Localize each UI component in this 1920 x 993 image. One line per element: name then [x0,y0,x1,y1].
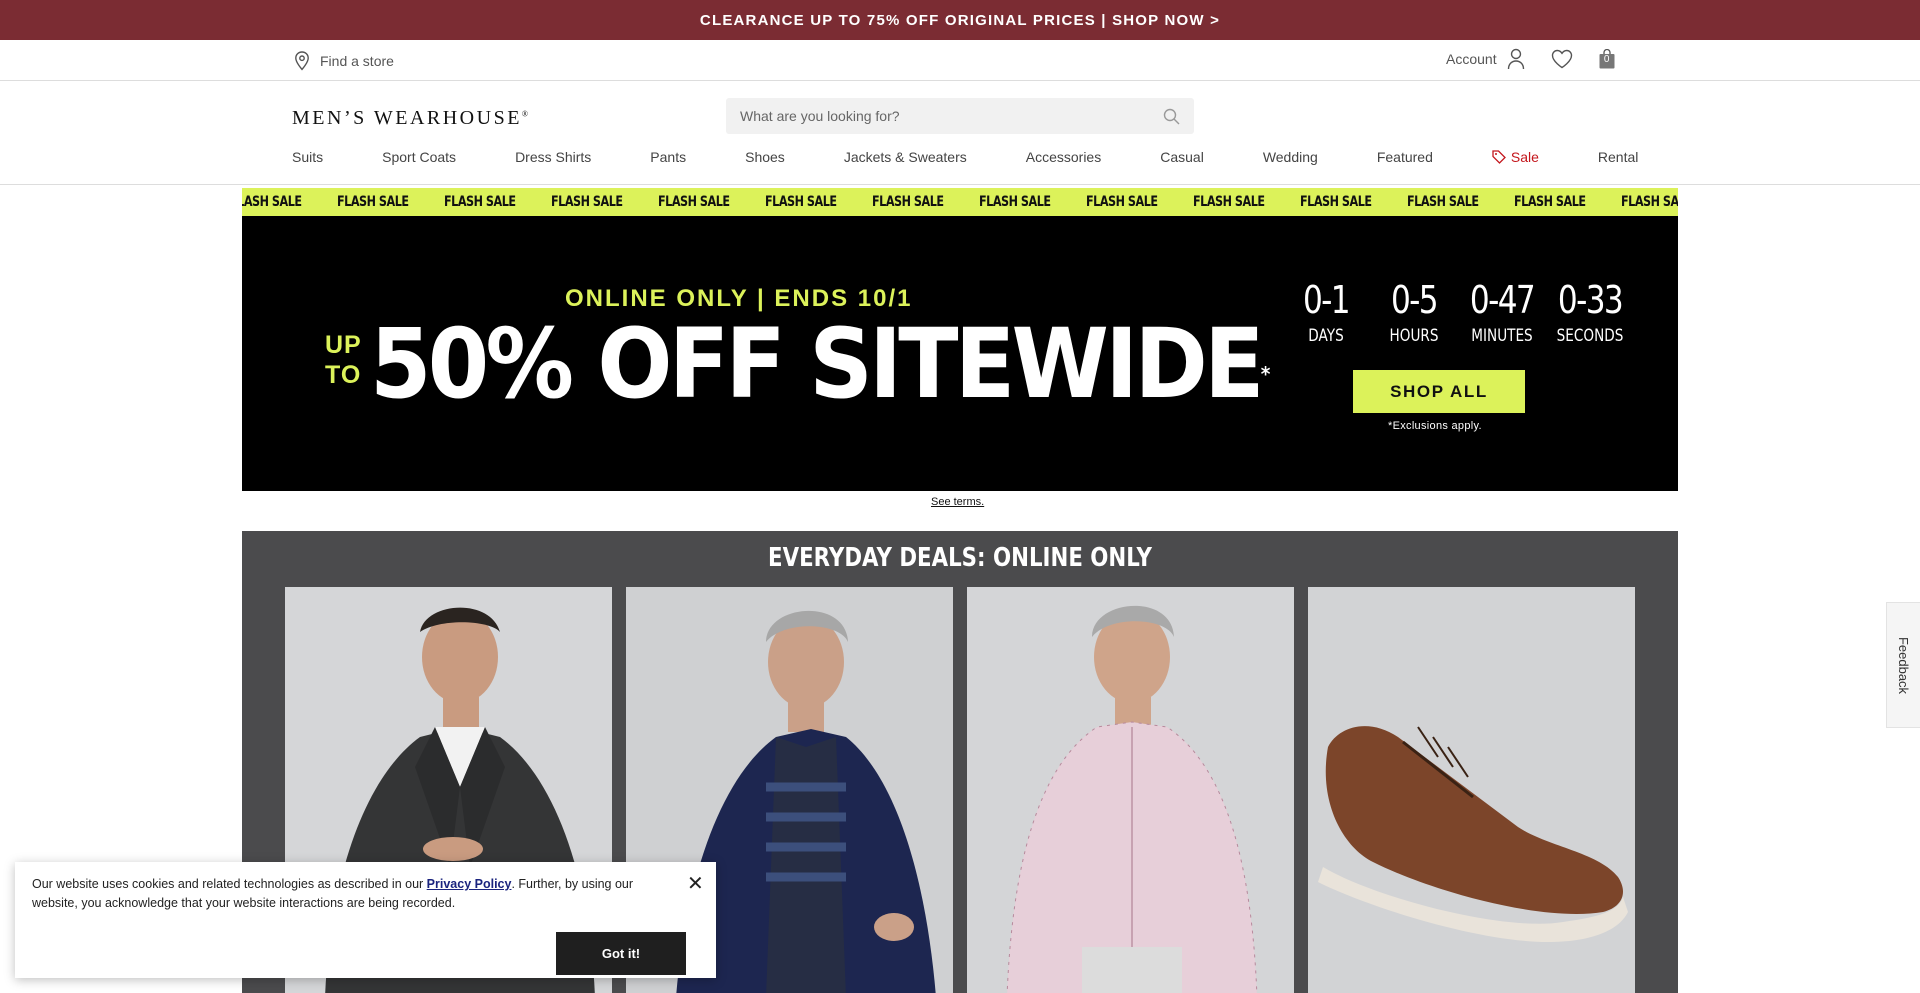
dress-shirt-model-image [967,587,1294,993]
flash-sale-label: FLASH SALE [1193,194,1265,210]
account-link[interactable]: Account [1446,48,1525,70]
hero-up-to-line-1: UP [325,331,362,359]
deal-card-shoes[interactable] [1308,587,1635,993]
search-input[interactable] [740,108,1163,124]
countdown-seconds: 0-33 SECONDS [1546,278,1634,346]
promo-banner-text[interactable]: CLEARANCE UP TO 75% OFF ORIGINAL PRICES … [700,12,1220,29]
got-it-button[interactable]: Got it! [556,932,686,975]
flash-sale-track: FLASH SALE FLASH SALE FLASH SALE FLASH S… [242,194,1678,210]
feedback-tab[interactable]: Feedback [1886,602,1920,728]
flash-sale-label: FLASH SALE [337,194,409,210]
hero-banner[interactable]: ONLINE ONLY | ENDS 10/1 UP TO 50% OFF SI… [242,216,1678,491]
deal-card-dress-shirts[interactable] [967,587,1294,993]
nav-item-suits[interactable]: Suits [292,149,323,165]
countdown-days: 0-1 DAYS [1282,278,1370,346]
brown-shoe-image [1308,587,1635,993]
find-a-store-label: Find a store [320,53,394,69]
flash-sale-label: FLASH SALE [979,194,1051,210]
hero-headline-text: 50% OFF SITEWIDE [370,308,1264,420]
site-header: MEN’S WEARHOUSE® Suits Sport Coats Dress… [0,81,1920,185]
countdown-timer: 0-1 DAYS 0-5 HOURS 0-47 MINUTES 0-33 SEC… [1282,278,1634,346]
exclusions-note: *Exclusions apply. [1388,420,1482,432]
nav-item-jackets-sweaters[interactable]: Jackets & Sweaters [844,149,967,165]
nav-item-wedding[interactable]: Wedding [1263,149,1318,165]
nav-item-shoes[interactable]: Shoes [745,149,785,165]
flash-sale-label: FLASH SALE [1407,194,1479,210]
cookie-message: Our website uses cookies and related tec… [32,875,672,913]
hero-headline: 50% OFF SITEWIDE* [370,304,1271,424]
nav-item-dress-shirts[interactable]: Dress Shirts [515,149,591,165]
flash-sale-label: FLASH SALE [765,194,837,210]
bag-count: 0 [1603,54,1610,65]
everyday-deals-title: EVERYDAY DEALS: ONLINE ONLY [768,543,1152,573]
flash-sale-label: FLASH SALE [1621,194,1678,210]
close-icon: ✕ [687,873,704,895]
search-button[interactable] [1163,108,1180,125]
utility-bar: Find a store Account 0 [0,40,1920,81]
nav-item-sale-label: Sale [1510,149,1539,165]
search-icon [1163,108,1180,124]
hero-asterisk: * [1260,362,1271,386]
user-icon [1507,48,1524,70]
nav-item-sport-coats[interactable]: Sport Coats [382,149,456,165]
countdown-minutes: 0-47 MINUTES [1458,278,1546,346]
countdown-label: DAYS [1308,326,1344,346]
flash-sale-label: FLASH SALE [242,194,302,210]
flash-sale-label: FLASH SALE [1514,194,1586,210]
countdown-value: 0-1 [1303,278,1351,322]
countdown-value: 0-33 [1557,278,1624,322]
utility-actions: Account 0 [1446,48,1615,70]
location-pin-icon [295,51,309,71]
nav-item-sale[interactable]: Sale [1492,149,1539,165]
search-bar [726,98,1194,134]
feedback-label: Feedback [1896,636,1911,694]
flash-sale-ticker[interactable]: FLASH SALE FLASH SALE FLASH SALE FLASH S… [242,188,1678,216]
countdown-value: 0-5 [1391,278,1439,322]
nav-item-rental[interactable]: Rental [1598,149,1638,165]
countdown-label: HOURS [1389,326,1439,346]
countdown-hours: 0-5 HOURS [1370,278,1458,346]
flash-sale-label: FLASH SALE [1086,194,1158,210]
flash-sale-label: FLASH SALE [658,194,730,210]
account-label: Account [1446,51,1497,67]
heart-icon [1551,49,1572,69]
privacy-policy-link[interactable]: Privacy Policy [427,877,512,891]
nav-item-pants[interactable]: Pants [650,149,686,165]
flash-sale-label: FLASH SALE [444,194,516,210]
hero-up-to: UP TO [325,330,362,390]
cookie-consent-banner: Our website uses cookies and related tec… [15,862,716,978]
promo-banner[interactable]: CLEARANCE UP TO 75% OFF ORIGINAL PRICES … [0,0,1920,40]
price-tag-icon [1492,150,1506,164]
flash-sale-label: FLASH SALE [872,194,944,210]
wishlist-button[interactable] [1551,49,1573,69]
shopping-bag-button[interactable]: 0 [1599,49,1615,69]
countdown-value: 0-47 [1469,278,1536,322]
hero-up-to-line-2: TO [325,361,362,389]
logo-text: MEN’S WEARHOUSE [292,107,522,129]
shop-all-button[interactable]: SHOP ALL [1353,370,1525,413]
countdown-label: SECONDS [1556,326,1624,346]
main-nav: Suits Sport Coats Dress Shirts Pants Sho… [292,149,1638,165]
close-cookie-banner-button[interactable]: ✕ [687,874,704,894]
nav-item-accessories[interactable]: Accessories [1026,149,1101,165]
nav-item-featured[interactable]: Featured [1377,149,1433,165]
flash-sale-label: FLASH SALE [1300,194,1372,210]
site-logo[interactable]: MEN’S WEARHOUSE® [292,107,528,130]
cookie-text-before: Our website uses cookies and related tec… [32,877,427,891]
see-terms-link[interactable]: See terms. [931,496,984,508]
find-a-store-link[interactable]: Find a store [294,51,394,71]
flash-sale-label: FLASH SALE [551,194,623,210]
nav-item-casual[interactable]: Casual [1160,149,1204,165]
logo-registered-mark: ® [521,109,528,119]
countdown-label: MINUTES [1471,326,1533,346]
